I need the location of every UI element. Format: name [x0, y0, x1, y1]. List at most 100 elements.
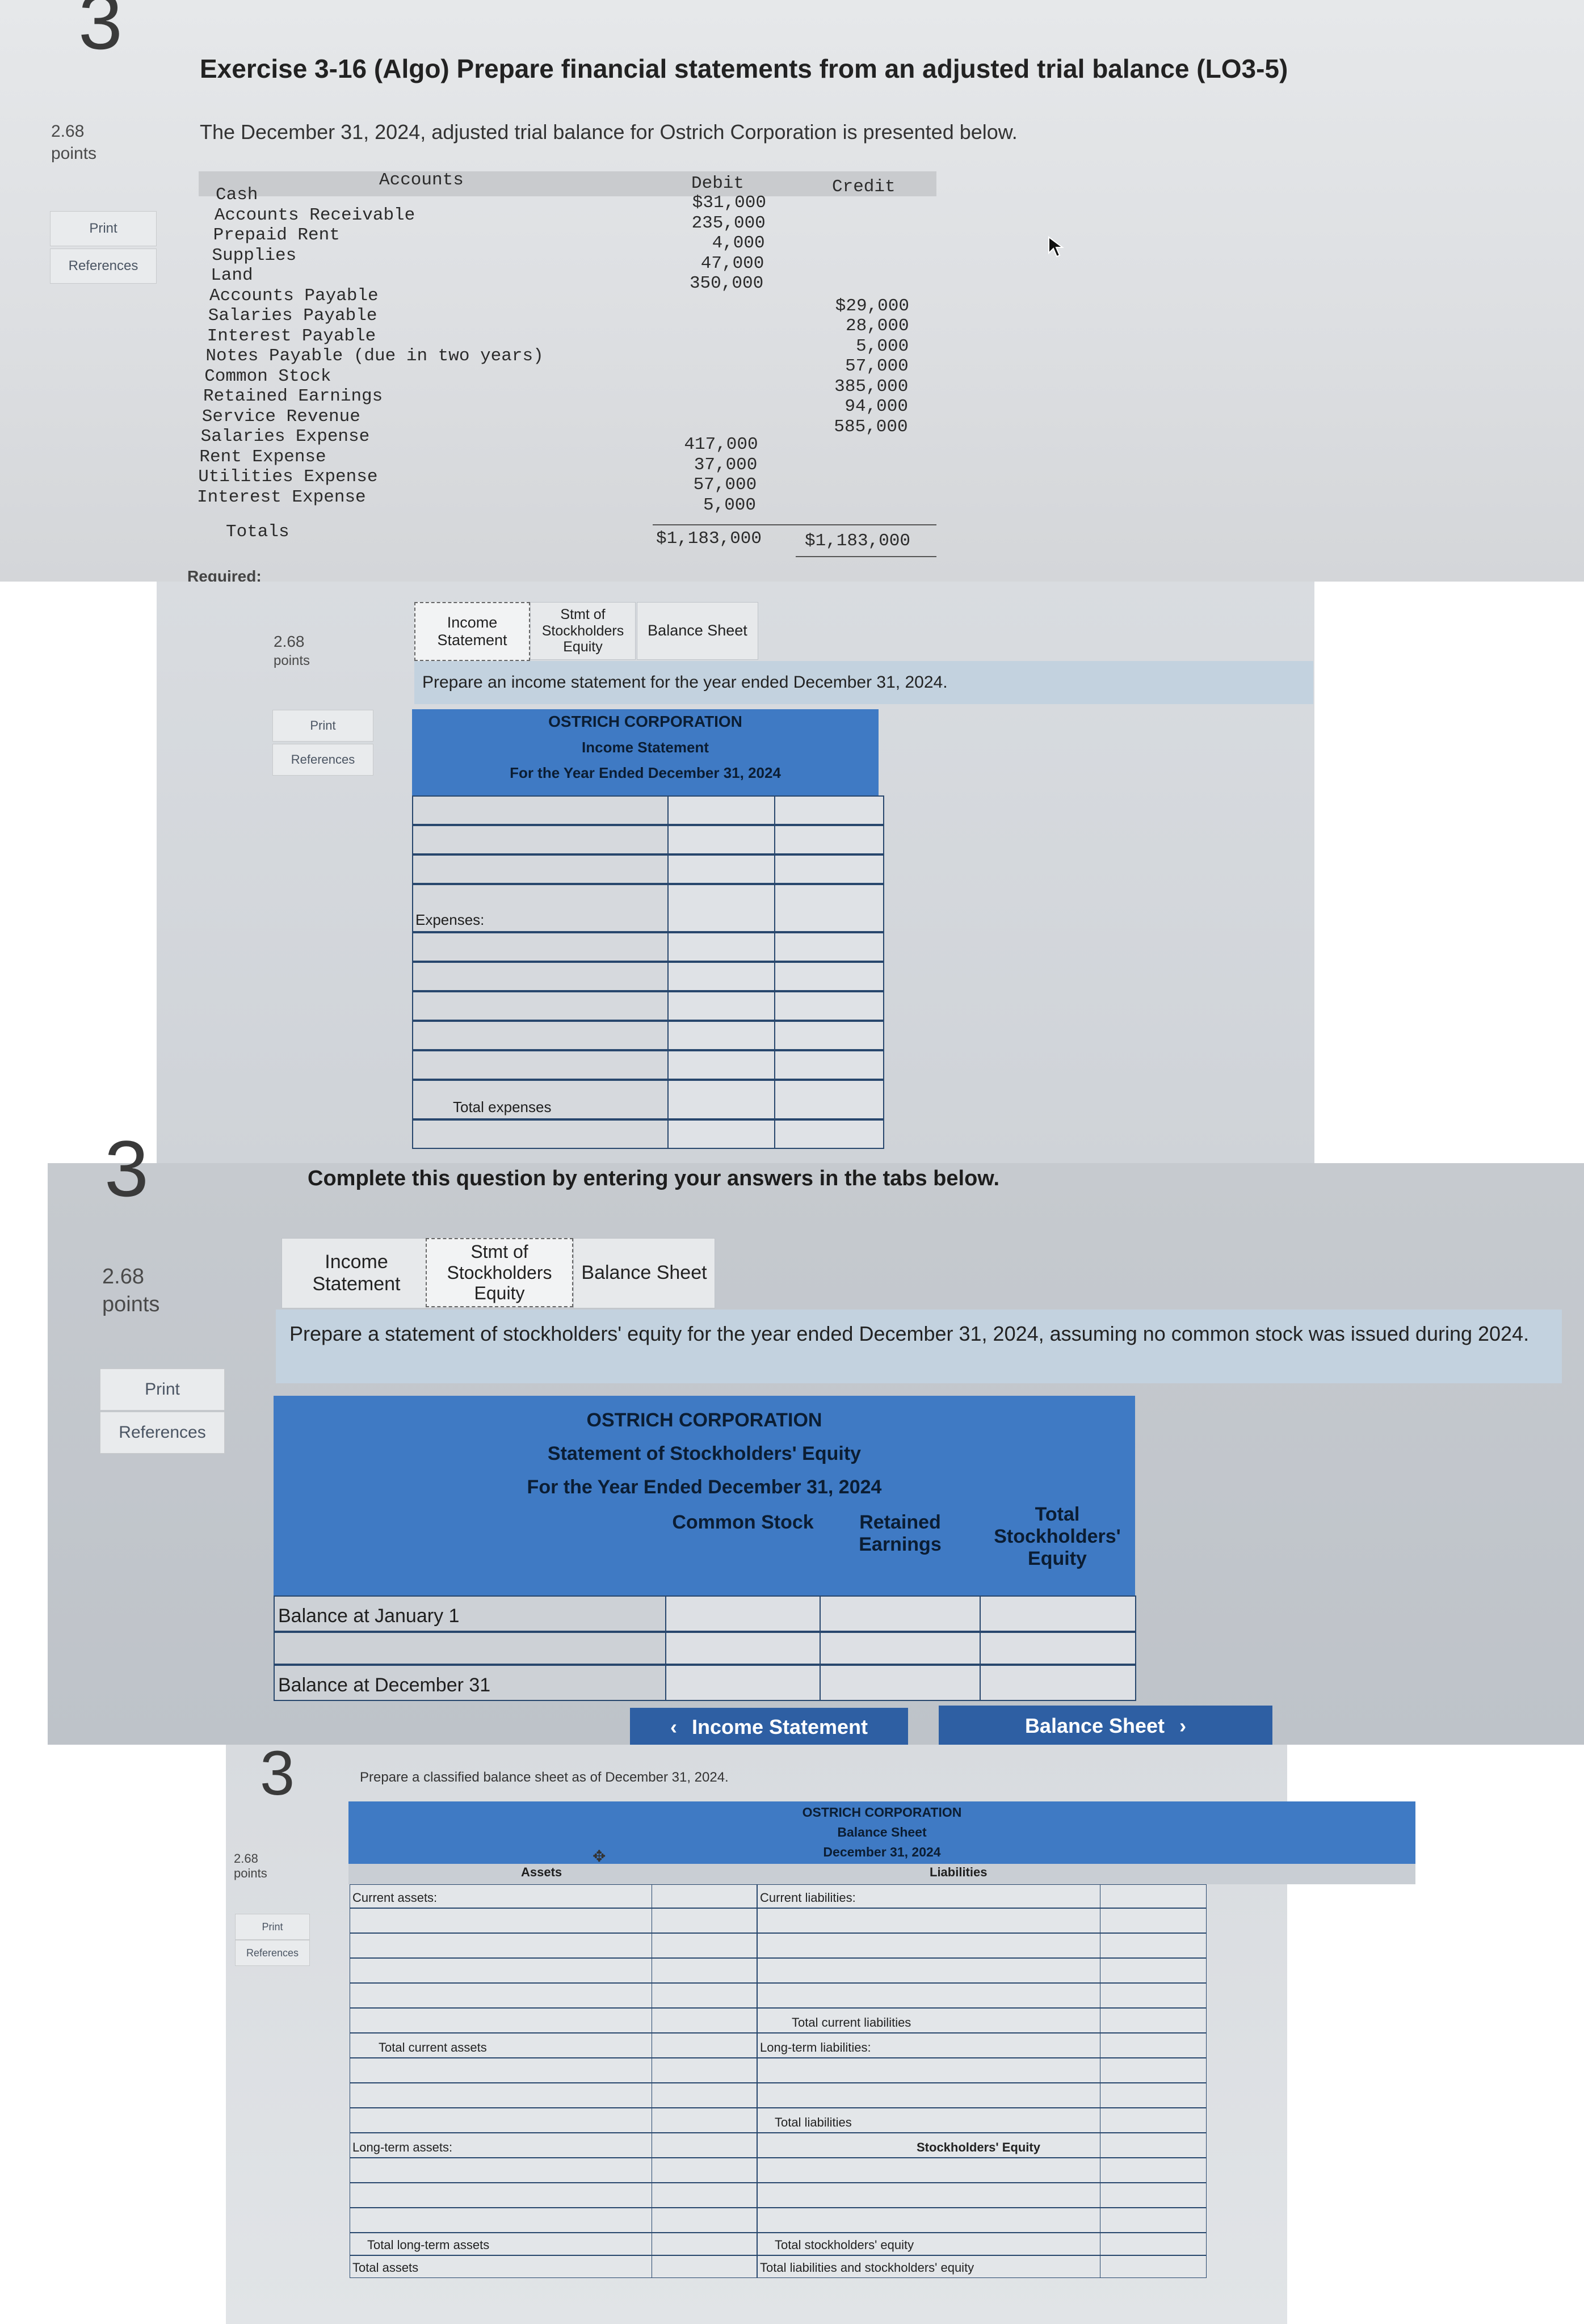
retained-earnings-input[interactable]: [821, 1666, 981, 1700]
account-input[interactable]: [758, 2208, 1100, 2232]
prev-button[interactable]: ‹ Income Statement: [630, 1708, 908, 1746]
amount-input[interactable]: [652, 2183, 757, 2207]
amount-input[interactable]: [669, 856, 775, 883]
account-input[interactable]: [350, 1959, 652, 1982]
account-input[interactable]: [413, 826, 669, 853]
retained-earnings-input[interactable]: [821, 1633, 981, 1664]
account-input[interactable]: [413, 963, 669, 990]
amount-input[interactable]: [1100, 2058, 1206, 2082]
account-input[interactable]: [758, 2158, 1100, 2182]
total-equity-input[interactable]: [981, 1633, 1135, 1664]
amount-input[interactable]: [652, 1909, 757, 1933]
amount-input[interactable]: [652, 2133, 757, 2157]
tab-balance-sheet[interactable]: Balance Sheet: [637, 602, 758, 660]
amount-input[interactable]: [1100, 2108, 1206, 2132]
amount-input[interactable]: [669, 992, 775, 1020]
amount-input[interactable]: [1100, 2208, 1206, 2232]
account-input[interactable]: [758, 2083, 1100, 2107]
amount-input[interactable]: [652, 2108, 757, 2132]
amount-input[interactable]: [652, 1885, 757, 1908]
account-input[interactable]: [350, 2009, 652, 2032]
tab-balance-sheet[interactable]: Balance Sheet: [573, 1238, 715, 1308]
account-input[interactable]: [350, 2108, 652, 2132]
amount-input[interactable]: [1100, 2158, 1206, 2182]
total-input[interactable]: [775, 856, 883, 883]
account-input[interactable]: [758, 1909, 1100, 1933]
account-input[interactable]: [413, 1022, 669, 1049]
amount-input[interactable]: [1100, 2183, 1206, 2207]
account-input[interactable]: [413, 1121, 669, 1148]
amount-input[interactable]: [652, 2058, 757, 2082]
total-input[interactable]: [775, 1121, 883, 1148]
print-button[interactable]: Print: [100, 1369, 225, 1411]
account-input[interactable]: [758, 1984, 1100, 2007]
amount-input[interactable]: [652, 1984, 757, 2007]
total-input[interactable]: [775, 992, 883, 1020]
total-input[interactable]: [775, 885, 883, 931]
amount-input[interactable]: [652, 2083, 757, 2107]
amount-input[interactable]: [1100, 2233, 1206, 2255]
total-input[interactable]: [775, 797, 883, 824]
amount-input[interactable]: [652, 2009, 757, 2032]
amount-input[interactable]: [1100, 2083, 1206, 2107]
amount-input[interactable]: [1100, 2256, 1206, 2277]
tab-stmt-equity[interactable]: Stmt of Stockholders Equity: [530, 602, 636, 660]
references-button[interactable]: References: [100, 1412, 225, 1454]
amount-input[interactable]: [652, 1934, 757, 1957]
total-equity-input[interactable]: [981, 1597, 1135, 1631]
print-button[interactable]: Print: [50, 211, 157, 246]
total-input[interactable]: [775, 1051, 883, 1079]
references-button[interactable]: References: [50, 249, 157, 284]
amount-input[interactable]: [669, 1081, 775, 1118]
total-input[interactable]: [775, 1081, 883, 1118]
account-input[interactable]: [350, 2208, 652, 2232]
amount-input[interactable]: [1100, 2034, 1206, 2057]
amount-input[interactable]: [669, 826, 775, 853]
total-input[interactable]: [775, 826, 883, 853]
total-equity-input[interactable]: [981, 1666, 1135, 1700]
amount-input[interactable]: [669, 1022, 775, 1049]
account-input[interactable]: [413, 797, 669, 824]
common-stock-input[interactable]: [666, 1597, 821, 1631]
print-button[interactable]: Print: [235, 1914, 310, 1940]
amount-input[interactable]: [652, 2233, 757, 2255]
amount-input[interactable]: [669, 933, 775, 961]
amount-input[interactable]: [1100, 1934, 1206, 1957]
references-button[interactable]: References: [235, 1940, 310, 1966]
account-input[interactable]: [350, 2158, 652, 2182]
references-button[interactable]: References: [272, 744, 373, 776]
account-input[interactable]: [758, 1934, 1100, 1957]
account-input[interactable]: [413, 992, 669, 1020]
account-input[interactable]: [350, 2058, 652, 2082]
amount-input[interactable]: [1100, 1984, 1206, 2007]
amount-input[interactable]: [669, 1121, 775, 1148]
account-input[interactable]: [350, 2083, 652, 2107]
account-input[interactable]: [413, 933, 669, 961]
common-stock-input[interactable]: [666, 1633, 821, 1664]
total-input[interactable]: [775, 963, 883, 990]
description-input[interactable]: [275, 1633, 666, 1664]
amount-input[interactable]: [669, 885, 775, 931]
amount-input[interactable]: [1100, 1885, 1206, 1908]
account-input[interactable]: [758, 2058, 1100, 2082]
account-input[interactable]: [350, 1909, 652, 1933]
total-input[interactable]: [775, 933, 883, 961]
next-button[interactable]: Balance Sheet ›: [939, 1706, 1272, 1746]
account-input[interactable]: [350, 1984, 652, 2007]
account-input[interactable]: [350, 2183, 652, 2207]
amount-input[interactable]: [652, 1959, 757, 1982]
account-input[interactable]: [413, 1051, 669, 1079]
amount-input[interactable]: [1100, 2133, 1206, 2157]
account-input[interactable]: [413, 856, 669, 883]
amount-input[interactable]: [669, 1051, 775, 1079]
retained-earnings-input[interactable]: [821, 1597, 981, 1631]
tab-stmt-equity[interactable]: Stmt of Stockholders Equity: [426, 1238, 573, 1307]
amount-input[interactable]: [652, 2208, 757, 2232]
amount-input[interactable]: [652, 2158, 757, 2182]
account-input[interactable]: [758, 2183, 1100, 2207]
tab-income-statement[interactable]: Income Statement: [281, 1238, 431, 1308]
tab-income-statement[interactable]: Income Statement: [414, 602, 530, 661]
amount-input[interactable]: [1100, 1959, 1206, 1982]
common-stock-input[interactable]: [666, 1666, 821, 1700]
account-input[interactable]: [758, 1959, 1100, 1982]
